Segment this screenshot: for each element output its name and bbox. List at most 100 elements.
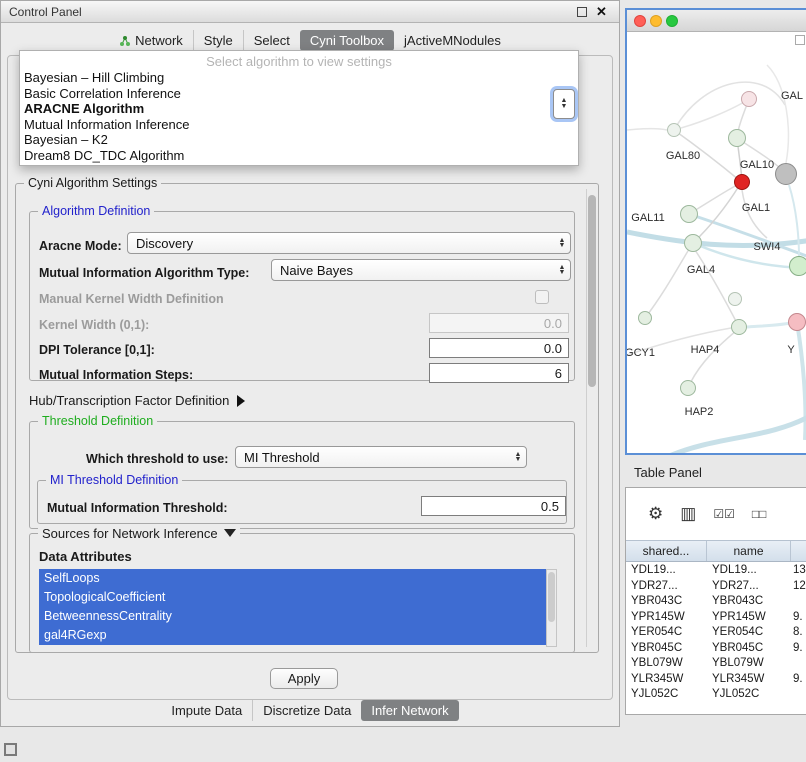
table-cell[interactable]: 12	[791, 579, 806, 595]
network-titlebar[interactable]	[627, 10, 806, 32]
table-row[interactable]: YBR045CYBR045C9.	[626, 641, 806, 657]
table-cell[interactable]	[791, 656, 806, 672]
columns-icon[interactable]: ▥	[680, 504, 696, 524]
table-row[interactable]: YBR043CYBR043C	[626, 594, 806, 610]
dpi-tolerance-input[interactable]: 0.0	[429, 338, 569, 358]
table-cell[interactable]	[791, 687, 806, 703]
algorithm-option[interactable]: ARACNE Algorithm	[20, 101, 578, 117]
control-panel-titlebar[interactable]: Control Panel ✕	[1, 1, 619, 23]
network-node[interactable]	[788, 313, 806, 331]
tab-style[interactable]: Style	[193, 30, 243, 51]
column-header-partial[interactable]	[791, 541, 806, 561]
table-cell[interactable]: YER054C	[707, 625, 791, 641]
attribute-list-item[interactable]: gal4RGexp	[39, 626, 546, 645]
table-row[interactable]: YDR27...YDR27...12	[626, 579, 806, 595]
select-all-icon[interactable]: ☑☑	[713, 507, 735, 521]
algorithm-option[interactable]: Bayesian – Hill Climbing	[20, 70, 578, 86]
algorithm-option[interactable]: Dream8 DC_TDC Algorithm	[20, 148, 578, 164]
tab-discretize-data[interactable]: Discretize Data	[252, 700, 361, 721]
minimize-traffic-light-icon[interactable]	[650, 15, 662, 27]
mi-algorithm-type-select[interactable]: Naive Bayes ▲▼	[271, 259, 571, 281]
table-cell[interactable]: 9.	[791, 641, 806, 657]
float-window-icon[interactable]	[577, 7, 587, 17]
table-cell[interactable]: YDR27...	[626, 579, 707, 595]
attribute-list-scrollbar[interactable]	[546, 569, 557, 647]
table-cell[interactable]: YJL052C	[707, 687, 791, 703]
table-cell[interactable]: YBR043C	[707, 594, 791, 610]
table-row[interactable]: YBL079WYBL079W	[626, 656, 806, 672]
close-traffic-light-icon[interactable]	[634, 15, 646, 27]
attribute-scrollbar-thumb[interactable]	[548, 572, 555, 622]
table-cell[interactable]: YBR043C	[626, 594, 707, 610]
table-cell[interactable]: YBL079W	[626, 656, 707, 672]
hub-definition-header[interactable]: Hub/Transcription Factor Definition	[29, 393, 245, 408]
gear-icon[interactable]: ⚙	[648, 504, 663, 524]
tab-infer-network[interactable]: Infer Network	[361, 700, 458, 721]
table-cell[interactable]: YLR345W	[707, 672, 791, 688]
table-cell[interactable]: YDR27...	[707, 579, 791, 595]
close-icon[interactable]: ✕	[596, 4, 607, 20]
table-row[interactable]: YLR345WYLR345W9.	[626, 672, 806, 688]
mi-steps-input[interactable]: 6	[429, 363, 569, 383]
panel-dock-icon[interactable]	[4, 743, 17, 756]
network-node[interactable]	[638, 311, 652, 325]
tab-network[interactable]: Network	[109, 30, 193, 51]
deselect-all-icon[interactable]: □□	[752, 507, 767, 521]
tab-jactivemnodules[interactable]: jActiveMNodules	[394, 30, 511, 51]
aracne-mode-select[interactable]: Discovery ▲▼	[127, 232, 571, 254]
table-row[interactable]: YPR145WYPR145W9.	[626, 610, 806, 626]
attribute-list[interactable]: SelfLoopsTopologicalCoefficientBetweenne…	[39, 569, 546, 647]
settings-scrollbar[interactable]	[586, 189, 597, 647]
column-header-shared-name[interactable]: shared...	[626, 541, 707, 561]
attribute-list-item[interactable]: BetweennessCentrality	[39, 607, 546, 626]
network-node[interactable]	[680, 205, 698, 223]
table-cell[interactable]: 8.	[791, 625, 806, 641]
table-cell[interactable]	[791, 594, 806, 610]
table-cell[interactable]: YLR345W	[626, 672, 707, 688]
settings-scrollbar-thumb[interactable]	[588, 195, 596, 387]
table-cell[interactable]: YDL19...	[626, 563, 707, 579]
table-row[interactable]: YER054CYER054C8.	[626, 625, 806, 641]
table-cell[interactable]: YJL052C	[626, 687, 707, 703]
kernel-width-input[interactable]: 0.0	[429, 313, 569, 333]
network-node[interactable]	[680, 380, 696, 396]
zoom-traffic-light-icon[interactable]	[666, 15, 678, 27]
network-node[interactable]	[667, 123, 681, 137]
mi-threshold-input[interactable]: 0.5	[421, 496, 566, 516]
table-row[interactable]: YDL19...YDL19...13	[626, 563, 806, 579]
algorithm-option[interactable]: Bayesian – K2	[20, 132, 578, 148]
column-header-name[interactable]: name	[707, 541, 791, 561]
network-node[interactable]	[728, 129, 746, 147]
network-node[interactable]	[734, 174, 750, 190]
tab-impute-data[interactable]: Impute Data	[161, 700, 252, 721]
table-cell[interactable]: YBL079W	[707, 656, 791, 672]
algorithm-option[interactable]: Mutual Information Inference	[20, 117, 578, 133]
network-node[interactable]	[789, 256, 806, 276]
network-node[interactable]	[684, 234, 702, 252]
table-cell[interactable]: YBR045C	[626, 641, 707, 657]
table-cell[interactable]: 13	[791, 563, 806, 579]
table-cell[interactable]: YDL19...	[707, 563, 791, 579]
tab-cyni-toolbox[interactable]: Cyni Toolbox	[300, 30, 394, 51]
algorithm-option[interactable]: Basic Correlation Inference	[20, 86, 578, 102]
table-cell[interactable]: YBR045C	[707, 641, 791, 657]
table-cell[interactable]: YER054C	[626, 625, 707, 641]
attribute-list-item[interactable]: SelfLoops	[39, 569, 546, 588]
apply-button[interactable]: Apply	[270, 668, 338, 689]
table-cell[interactable]: 9.	[791, 610, 806, 626]
manual-kernel-checkbox[interactable]	[535, 290, 549, 304]
table-cell[interactable]: YPR145W	[626, 610, 707, 626]
network-node[interactable]	[741, 91, 757, 107]
network-node[interactable]	[775, 163, 797, 185]
attribute-list-item[interactable]: TopologicalCoefficient	[39, 588, 546, 607]
table-row[interactable]: YJL052CYJL052C	[626, 687, 806, 703]
network-canvas[interactable]: GALGAL80GAL10GAL1GAL11SWI4GAL4GCY1HAP4YH…	[627, 32, 806, 453]
algorithm-select-button[interactable]: ▲ ▼	[553, 89, 575, 119]
tab-select[interactable]: Select	[243, 30, 300, 51]
which-threshold-select[interactable]: MI Threshold ▲▼	[235, 446, 527, 468]
network-node[interactable]	[728, 292, 742, 306]
table-cell[interactable]: YPR145W	[707, 610, 791, 626]
network-node[interactable]	[731, 319, 747, 335]
table-cell[interactable]: 9.	[791, 672, 806, 688]
sources-header[interactable]: Sources for Network Inference	[38, 526, 240, 541]
